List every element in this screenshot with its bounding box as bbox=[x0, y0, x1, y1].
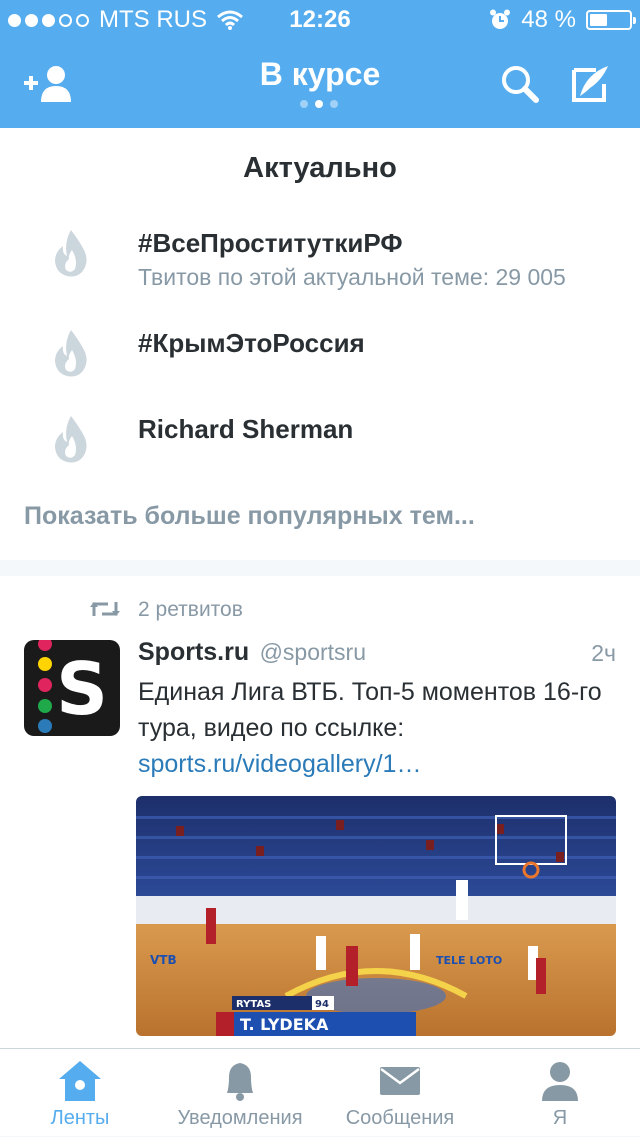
battery-icon bbox=[586, 10, 636, 30]
tab-home[interactable]: Ленты bbox=[0, 1049, 160, 1137]
author-handle[interactable]: @sportsru bbox=[260, 639, 366, 665]
envelope-icon bbox=[380, 1067, 420, 1095]
trend-name: Richard Sherman bbox=[138, 414, 354, 444]
page-indicator bbox=[300, 100, 338, 108]
flame-icon bbox=[55, 330, 87, 377]
bell-icon bbox=[227, 1063, 253, 1101]
sportsru-logo: S bbox=[38, 640, 108, 733]
tab-messages[interactable]: Сообщения bbox=[320, 1049, 480, 1137]
score-value: 94 bbox=[315, 999, 329, 1010]
tweet-text: Единая Лига ВТБ. Топ-5 моментов 16-го ту… bbox=[138, 678, 602, 742]
tab-label: Уведомления bbox=[177, 1107, 303, 1129]
home-icon bbox=[59, 1061, 101, 1101]
compose-icon bbox=[572, 66, 608, 102]
person-icon bbox=[542, 1062, 578, 1101]
page-dot bbox=[330, 100, 338, 108]
status-right: 48 % bbox=[489, 6, 636, 34]
trend-item[interactable]: Richard Sherman bbox=[0, 414, 640, 494]
trend-item[interactable]: #КрымЭтоРоссия bbox=[0, 328, 640, 408]
trend-tweet-count: Твитов по этой актуальной теме: 29 005 bbox=[138, 264, 566, 290]
page-dot bbox=[300, 100, 308, 108]
avatar-letter: S bbox=[56, 647, 108, 731]
score-team: RYTAS bbox=[236, 999, 271, 1010]
tweet-time: 2ч bbox=[591, 640, 616, 666]
tab-label: Ленты bbox=[50, 1107, 110, 1129]
battery-percent: 48 % bbox=[521, 6, 576, 33]
banner-vtb: VTB bbox=[150, 953, 177, 967]
author-name[interactable]: Sports.ru bbox=[138, 638, 249, 666]
avatar[interactable]: S bbox=[24, 640, 120, 736]
tab-notifications[interactable]: Уведомления bbox=[160, 1049, 320, 1137]
tab-label: Я bbox=[552, 1107, 568, 1129]
trend-item[interactable]: #ВсеПроституткиРФ Твитов по этой актуаль… bbox=[0, 228, 640, 308]
trends-card: Актуально #ВсеПроституткиРФ Твитов по эт… bbox=[0, 128, 640, 560]
search-button[interactable] bbox=[494, 62, 546, 106]
tweet-header: Sports.ru @sportsru 2ч bbox=[138, 638, 616, 667]
flame-icon bbox=[55, 230, 87, 277]
page-dot-active bbox=[315, 100, 323, 108]
banner-loto: TELE LOTO bbox=[436, 954, 502, 967]
retweet-count: 2 ретвитов bbox=[138, 598, 243, 621]
search-icon bbox=[502, 66, 539, 103]
tweet-link[interactable]: sports.ru/videogallery/1… bbox=[138, 746, 421, 782]
basketball-court-photo: RYTAS 94 T. LYDEKA VTB TELE LOTO bbox=[136, 796, 616, 1036]
compose-button[interactable] bbox=[568, 62, 620, 106]
flame-icon bbox=[55, 416, 87, 463]
status-bar: MTS RUS 12:26 48 % bbox=[0, 0, 640, 40]
trends-title: Актуально bbox=[243, 152, 397, 184]
tweet-media-image[interactable]: RYTAS 94 T. LYDEKA VTB TELE LOTO bbox=[136, 796, 616, 1036]
tweet-card[interactable]: 2 ретвитов S Sports.ru @sportsru 2ч Един… bbox=[0, 576, 640, 1048]
nav-bar: В курсе bbox=[0, 40, 640, 128]
trend-name: #КрымЭтоРоссия bbox=[138, 328, 365, 358]
tab-bar: Ленты Уведомления Сообщения Я bbox=[0, 1048, 640, 1136]
alarm-icon bbox=[490, 9, 511, 29]
trend-name: #ВсеПроституткиРФ bbox=[138, 228, 403, 258]
tab-label: Сообщения bbox=[345, 1107, 455, 1129]
player-caption: T. LYDEKA bbox=[240, 1015, 329, 1034]
retweet-icon bbox=[90, 602, 120, 616]
show-more-trends-link[interactable]: Показать больше популярных тем... bbox=[24, 502, 475, 531]
tab-me[interactable]: Я bbox=[480, 1049, 640, 1137]
